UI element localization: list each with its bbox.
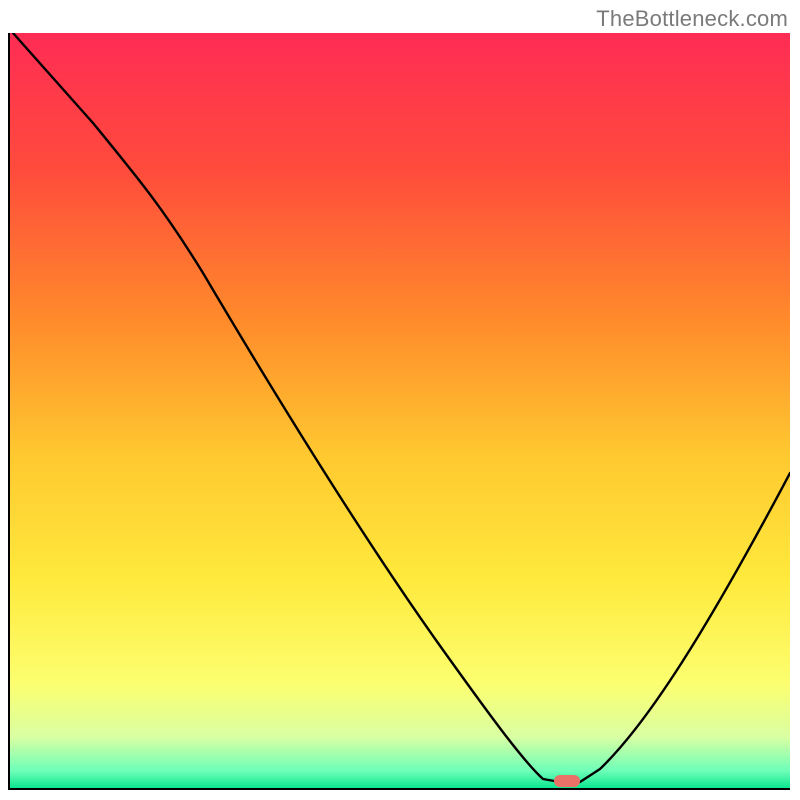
axes-frame	[8, 33, 790, 790]
watermark-text: TheBottleneck.com	[596, 6, 788, 32]
chart-container: TheBottleneck.com	[0, 0, 800, 800]
